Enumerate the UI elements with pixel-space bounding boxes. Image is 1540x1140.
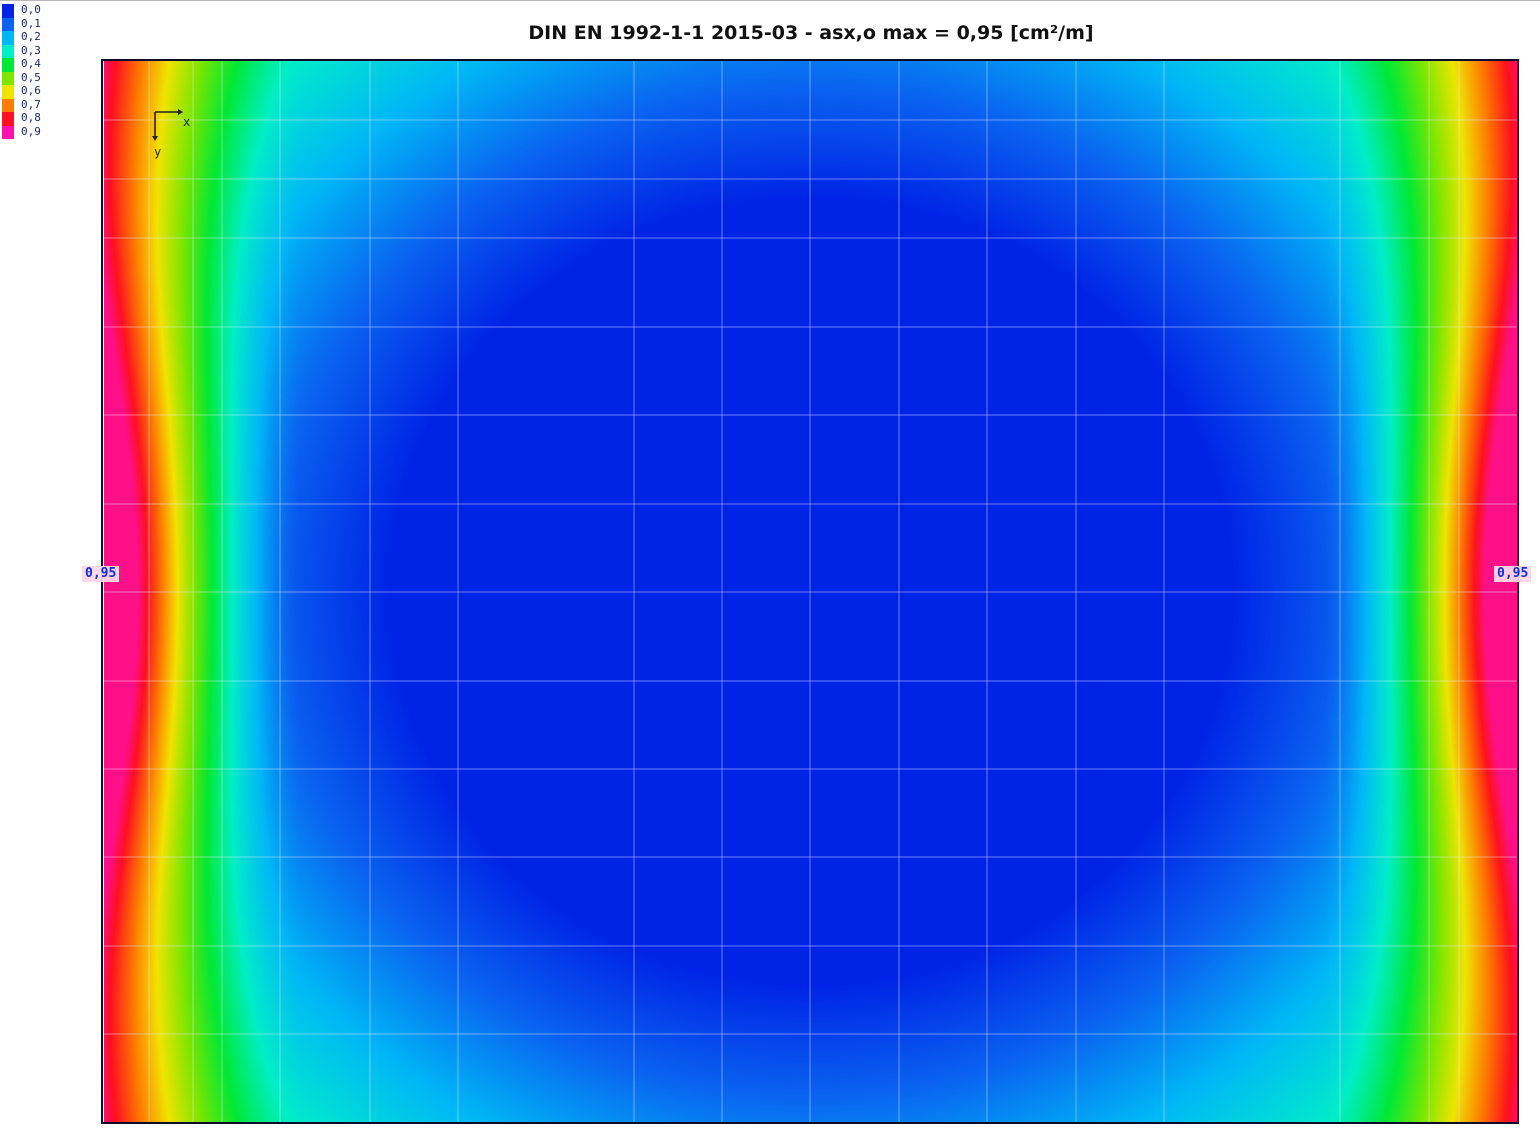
legend-label: 0,3 — [21, 43, 41, 57]
legend-swatch — [2, 17, 14, 31]
top-border — [0, 0, 1540, 1]
legend-entry: 0,3 — [2, 43, 62, 58]
legend-swatch — [2, 112, 14, 126]
legend-swatch — [2, 125, 14, 139]
legend-label: 0,7 — [21, 97, 41, 111]
legend-entry: 0,8 — [2, 112, 62, 126]
legend-swatch — [2, 4, 14, 18]
legend-label: 0,8 — [21, 111, 41, 124]
legend-entry: 0,4 — [2, 58, 62, 72]
legend-entry: 0,0 — [2, 4, 62, 18]
legend-label: 0,2 — [21, 30, 41, 43]
legend-entry: 0,5 — [2, 70, 62, 85]
plot-title: DIN EN 1992-1-1 2015-03 - asx,o max = 0,… — [528, 22, 1094, 44]
legend-label: 0,9 — [21, 124, 41, 138]
color-legend: 0,0 0,1 0,2 0,3 0,4 0,5 0,6 0,7 0,8 0,9 — [2, 4, 62, 139]
legend-entry: 0,2 — [2, 31, 62, 45]
legend-label: 0,4 — [21, 57, 41, 70]
legend-label: 0,1 — [21, 16, 41, 30]
legend-entry: 0,7 — [2, 97, 62, 112]
legend-swatch — [2, 58, 14, 72]
legend-entry: 0,1 — [2, 16, 62, 31]
legend-entry: 0,6 — [2, 85, 62, 99]
legend-label: 0,6 — [21, 84, 41, 97]
result-viewer: 0,0 0,1 0,2 0,3 0,4 0,5 0,6 0,7 0,8 0,9 DIN EN 19… — [0, 0, 1540, 1140]
legend-swatch — [2, 71, 14, 85]
y-axis-label: y — [154, 145, 161, 159]
contour-plot[interactable] — [104, 61, 1518, 1122]
max-value-label-right: 0,95 — [1494, 566, 1532, 582]
legend-entry: 0,9 — [2, 124, 62, 139]
legend-swatch — [2, 31, 14, 45]
legend-swatch — [2, 85, 14, 99]
legend-swatch — [2, 44, 14, 58]
max-value-label-left: 0,95 — [82, 566, 120, 582]
legend-label: 0,5 — [21, 70, 41, 84]
legend-swatch — [2, 98, 14, 112]
legend-label: 0,0 — [21, 3, 41, 16]
axis-indicator-icon: x y — [152, 109, 190, 159]
y-arrowhead-icon — [152, 136, 158, 141]
fe-mesh-grid — [104, 61, 1518, 1122]
x-axis-label: x — [183, 115, 190, 129]
